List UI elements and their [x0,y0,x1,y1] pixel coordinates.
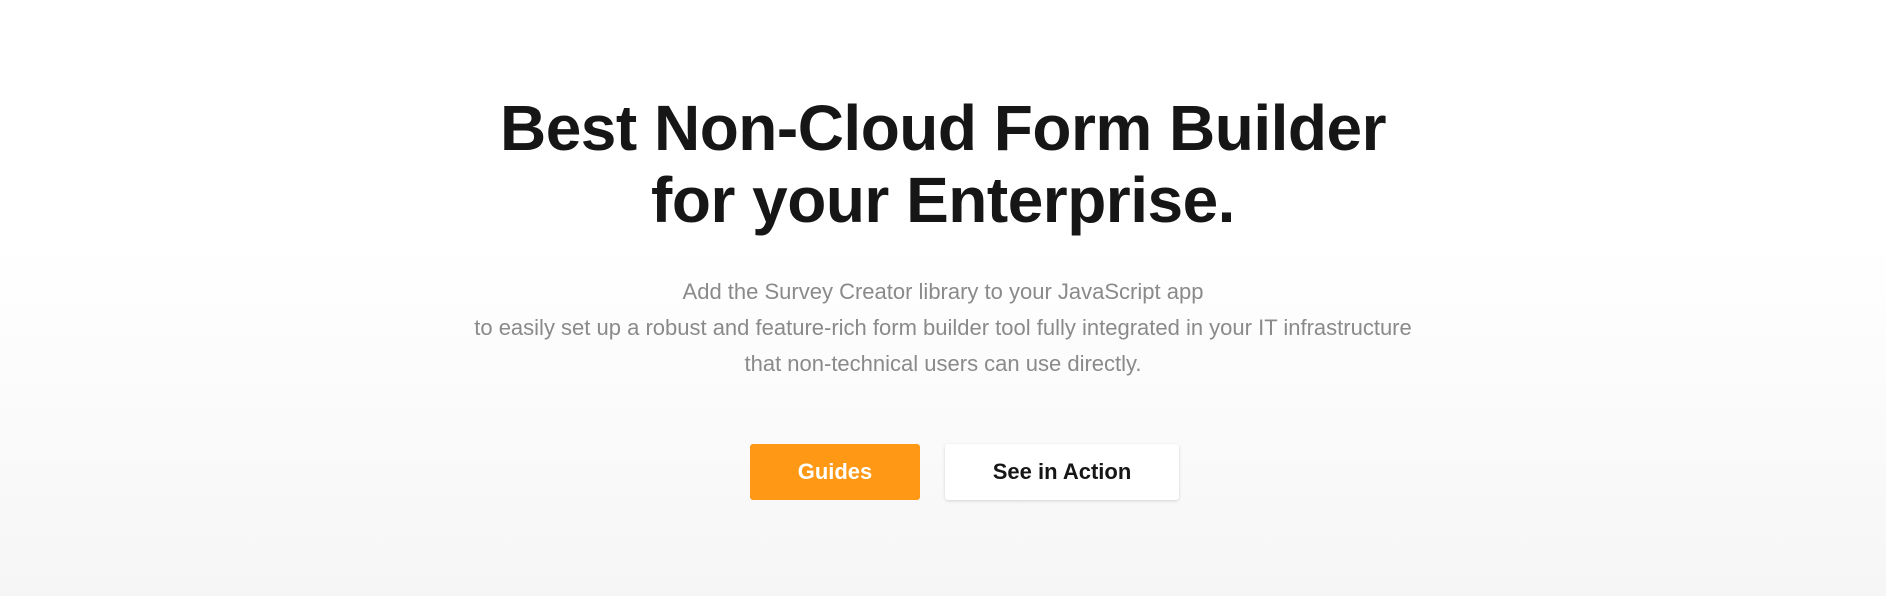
description-line-3: that non-technical users can use directl… [744,351,1142,376]
headline-line-1: Best Non-Cloud Form Builder [499,92,1387,164]
hero-description: Add the Survey Creator library to your J… [0,274,1886,382]
hero-section: Best Non-Cloud Form Builder for your Ent… [0,0,1886,596]
description-line-1: Add the Survey Creator library to your J… [682,279,1204,304]
hero-actions: Guides See in Action [0,444,1886,500]
description-line-2: to easily set up a robust and feature-ri… [474,315,1412,340]
page-title: Best Non-Cloud Form Builder for your Ent… [0,92,1886,236]
see-in-action-button[interactable]: See in Action [945,444,1179,500]
guides-button[interactable]: Guides [750,444,920,500]
headline-line-2: for your Enterprise. [651,164,1235,236]
